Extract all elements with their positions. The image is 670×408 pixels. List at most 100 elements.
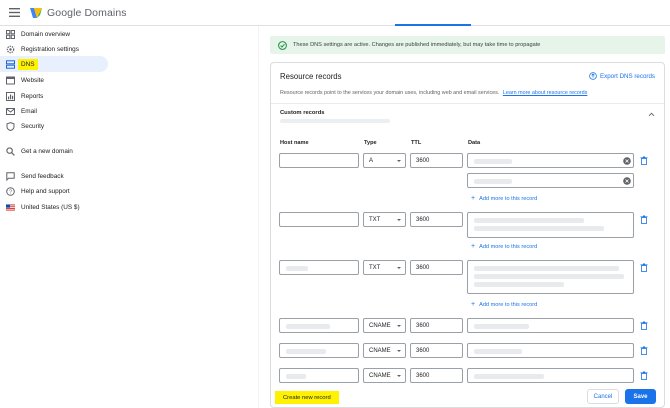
ttl-input[interactable]: 3600 bbox=[410, 260, 463, 275]
data-textarea[interactable] bbox=[467, 260, 634, 294]
clear-icon[interactable] bbox=[623, 157, 631, 165]
ttl-input[interactable]: 3600 bbox=[410, 368, 463, 383]
help-icon: ? bbox=[6, 186, 15, 196]
sidebar-item-label: Send feedback bbox=[21, 172, 64, 180]
redacted-value bbox=[474, 159, 512, 164]
record-type-select[interactable]: TXT bbox=[363, 212, 406, 227]
host-name-input[interactable] bbox=[279, 343, 359, 358]
column-header-ttl: TTL bbox=[411, 140, 422, 146]
data-input[interactable] bbox=[467, 343, 634, 358]
dropdown-caret-icon bbox=[397, 350, 401, 352]
record-type-select[interactable]: CNAME bbox=[363, 318, 406, 333]
reports-icon bbox=[6, 91, 15, 101]
svg-text:?: ? bbox=[9, 189, 12, 195]
delete-icon[interactable] bbox=[640, 346, 648, 355]
divider bbox=[271, 103, 664, 104]
delete-icon[interactable] bbox=[640, 263, 648, 272]
redacted-value bbox=[474, 179, 512, 184]
sidebar-item-security[interactable]: Security bbox=[0, 118, 258, 134]
google-domains-logo-icon[interactable] bbox=[29, 6, 43, 20]
top-app-bar: Google Domains bbox=[0, 0, 670, 26]
redacted-value bbox=[474, 349, 522, 354]
redacted-text bbox=[280, 119, 390, 123]
sidebar-item-get-new-domain[interactable]: Get a new domain bbox=[0, 143, 258, 159]
host-name-input[interactable] bbox=[279, 212, 359, 227]
delete-icon[interactable] bbox=[640, 321, 648, 330]
redacted-value bbox=[474, 218, 584, 223]
redacted-value bbox=[286, 266, 308, 271]
sidebar-item-label: United States (US $) bbox=[21, 203, 80, 211]
sidebar-item-registration-settings[interactable]: Registration settings bbox=[0, 41, 258, 57]
learn-more-link[interactable]: Learn more about resource records bbox=[503, 90, 588, 96]
sidebar-item-reports[interactable]: Reports bbox=[0, 88, 258, 104]
delete-icon[interactable] bbox=[640, 156, 648, 165]
redacted-value bbox=[286, 349, 326, 354]
us-flag-icon bbox=[6, 203, 15, 212]
sidebar-item-label: Help and support bbox=[21, 187, 70, 195]
website-icon bbox=[6, 76, 15, 85]
dropdown-caret-icon bbox=[397, 375, 401, 377]
dns-icon bbox=[6, 59, 15, 69]
column-header-data: Data bbox=[468, 140, 481, 146]
host-name-input[interactable] bbox=[279, 368, 359, 383]
export-dns-records-link[interactable]: Export DNS records bbox=[589, 72, 655, 80]
add-more-link[interactable]: + Add more to this record bbox=[471, 243, 537, 250]
host-name-input[interactable] bbox=[279, 318, 359, 333]
brand-name: Google Domains bbox=[47, 6, 127, 19]
export-label: Export DNS records bbox=[599, 72, 655, 80]
card-description: Resource records point to the services y… bbox=[280, 90, 587, 96]
sidebar-item-label: Email bbox=[21, 107, 37, 115]
sidebar-item-domain-overview[interactable]: Domain overview bbox=[0, 26, 258, 42]
sidebar-item-send-feedback[interactable]: Send feedback bbox=[0, 168, 258, 184]
dropdown-caret-icon bbox=[397, 160, 401, 162]
sidebar-item-region[interactable]: United States (US $) bbox=[0, 199, 258, 215]
ttl-input[interactable]: 3600 bbox=[410, 153, 463, 168]
chevron-up-icon[interactable] bbox=[648, 111, 655, 118]
feedback-icon bbox=[6, 171, 15, 181]
redacted-value bbox=[474, 266, 619, 271]
add-more-link[interactable]: + Add more to this record bbox=[471, 301, 537, 308]
record-type-select[interactable]: CNAME bbox=[363, 368, 406, 383]
sidebar-item-label: Domain overview bbox=[21, 30, 71, 38]
data-input[interactable] bbox=[467, 173, 634, 188]
sidebar-item-dns[interactable]: DNS bbox=[0, 56, 108, 72]
sidebar-item-website[interactable]: Website bbox=[0, 72, 258, 88]
settings-gear-icon bbox=[6, 45, 15, 54]
overview-icon bbox=[6, 29, 15, 39]
redacted-value bbox=[286, 324, 330, 329]
redacted-value bbox=[474, 282, 564, 287]
redacted-value bbox=[474, 226, 604, 231]
check-circle-icon bbox=[278, 40, 287, 50]
ttl-input[interactable]: 3600 bbox=[410, 318, 463, 333]
host-name-input[interactable] bbox=[279, 260, 359, 275]
record-type-select[interactable]: CNAME bbox=[363, 343, 406, 358]
ttl-input[interactable]: 3600 bbox=[410, 343, 463, 358]
data-input[interactable] bbox=[467, 368, 634, 383]
host-name-input[interactable] bbox=[279, 153, 359, 168]
ttl-input[interactable]: 3600 bbox=[410, 212, 463, 227]
record-type-select[interactable]: A bbox=[363, 153, 406, 168]
data-textarea[interactable] bbox=[467, 212, 634, 238]
cancel-button[interactable]: Cancel bbox=[587, 389, 619, 404]
redacted-value bbox=[286, 374, 306, 379]
create-new-record-button[interactable]: Create new record bbox=[275, 391, 339, 404]
email-icon bbox=[6, 107, 15, 116]
sidebar-item-email[interactable]: Email bbox=[0, 103, 258, 119]
delete-icon[interactable] bbox=[640, 371, 648, 380]
shield-icon bbox=[6, 121, 15, 131]
delete-icon[interactable] bbox=[640, 215, 648, 224]
clear-icon[interactable] bbox=[623, 177, 631, 185]
data-input[interactable] bbox=[467, 153, 634, 168]
data-input[interactable] bbox=[467, 318, 634, 333]
add-more-link[interactable]: + Add more to this record bbox=[471, 195, 537, 202]
sidebar-item-label: Registration settings bbox=[21, 45, 79, 53]
card-title: Resource records bbox=[280, 72, 342, 81]
menu-icon[interactable] bbox=[0, 0, 28, 26]
sidebar-item-help[interactable]: ? Help and support bbox=[0, 183, 258, 199]
record-type-select[interactable]: TXT bbox=[363, 260, 406, 275]
sidebar-item-label: Security bbox=[21, 122, 45, 130]
sidebar: Domain overview Registration settings DN… bbox=[0, 26, 258, 408]
description-text: Resource records point to the services y… bbox=[280, 90, 500, 96]
dropdown-caret-icon bbox=[397, 219, 401, 221]
save-button[interactable]: Save bbox=[625, 389, 656, 404]
